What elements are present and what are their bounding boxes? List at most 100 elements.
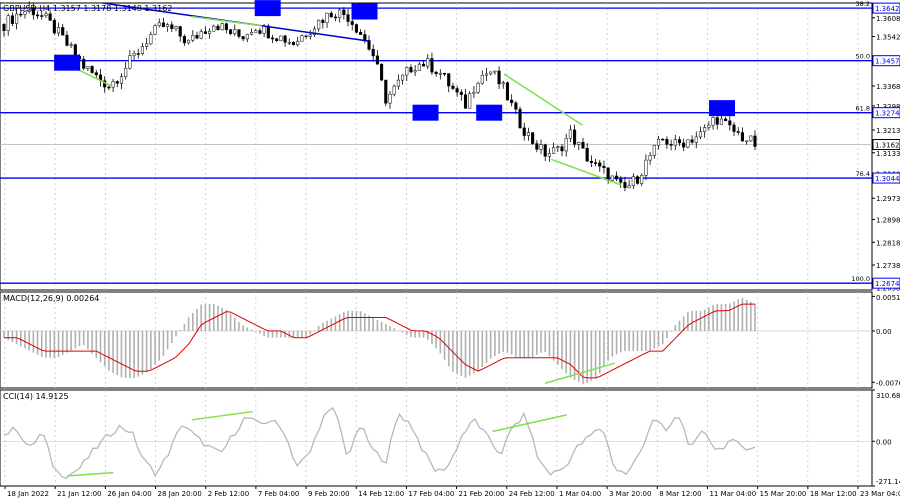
candle-body — [577, 141, 581, 145]
fibonacci-level-label: 76.4 — [856, 170, 870, 178]
candle-body — [682, 142, 686, 148]
candle-body — [174, 26, 178, 29]
time-tick-label: 1 Mar 04:00 — [559, 490, 601, 498]
candle-body — [245, 33, 249, 40]
candle-body — [329, 12, 333, 18]
cci-tick-label: 310.6865 — [876, 392, 900, 400]
candle-body — [350, 21, 354, 25]
candle-body — [149, 34, 153, 45]
candle-body — [489, 71, 493, 75]
candle-body — [413, 70, 417, 73]
candle-body — [86, 66, 90, 69]
candle-body — [115, 81, 119, 84]
candle-body — [52, 19, 56, 34]
candle-body — [585, 148, 589, 162]
time-tick-label: 21 Jan 12:00 — [57, 490, 101, 498]
candle-body — [510, 99, 514, 104]
trading-chart[interactable]: 38.2 50.0 61.8 76.4 100.0 1.3608 1.3542 1.3457… — [0, 0, 900, 499]
candle-body — [401, 74, 405, 81]
candle-body — [459, 91, 463, 95]
candle-body — [258, 30, 262, 34]
signal-box — [54, 54, 81, 71]
candle-body — [371, 48, 375, 57]
candle-body — [656, 138, 661, 146]
candle-body — [753, 135, 757, 147]
candle-body — [497, 70, 501, 85]
macd-tick-label: -0.00765 — [876, 379, 900, 387]
candle-body — [552, 147, 556, 154]
time-tick-label: 26 Jan 04:00 — [107, 490, 151, 498]
price-tick-label: 1.3542 — [876, 34, 900, 42]
candle-body — [589, 160, 593, 163]
candle-body — [363, 34, 367, 41]
time-tick-label: 15 Mar 20:00 — [760, 490, 807, 498]
candle-body — [627, 185, 631, 189]
candle-body — [539, 144, 543, 150]
fibonacci-level-label: 50.0 — [856, 53, 870, 61]
price-tick-label: 1.2898 — [876, 217, 900, 225]
candle-body — [749, 135, 753, 142]
candle-body — [170, 24, 174, 29]
candle-body — [652, 145, 656, 156]
candle-body — [317, 19, 321, 30]
candle-body — [396, 79, 400, 87]
signal-box — [351, 3, 378, 20]
time-tick-label: 14 Feb 12:00 — [358, 490, 404, 498]
candle-body — [10, 15, 14, 24]
candle-body — [417, 63, 421, 71]
fibonacci-level-label: 61.8 — [856, 105, 870, 113]
candle-body — [346, 14, 350, 22]
price-tag-label: 1.3642 — [875, 5, 900, 13]
candle-body — [644, 159, 648, 176]
candle-body — [694, 136, 698, 143]
price-tag-label: 1.3044 — [875, 175, 900, 183]
candle-body — [61, 27, 65, 36]
price-tick-label: 1.2738 — [876, 262, 900, 270]
candle-body — [262, 25, 266, 34]
time-tick-label: 7 Feb 04:00 — [258, 490, 299, 498]
candle-body — [375, 55, 379, 65]
cci-title: CCI(14) 14.9125 — [3, 392, 69, 401]
candle-body — [610, 175, 614, 181]
candle-body — [686, 139, 690, 148]
candle-body — [270, 37, 275, 40]
price-tick-label: 1.2973 — [876, 195, 900, 203]
candle-body — [724, 118, 728, 122]
candle-body — [254, 30, 258, 33]
candle-body — [321, 19, 325, 24]
signal-box — [476, 104, 503, 121]
candle-body — [665, 138, 669, 145]
cci-tick-label: 0.00 — [876, 438, 892, 446]
price-tag-label: 1.3162 — [875, 142, 900, 150]
candle-body — [40, 15, 44, 17]
candle-body — [447, 73, 451, 87]
candle-body — [2, 24, 6, 31]
time-tick-label: 24 Feb 12:00 — [509, 490, 555, 498]
candle-body — [493, 70, 497, 73]
time-tick-label: 11 Mar 04:00 — [709, 490, 756, 498]
price-tick-label: 1.3608 — [876, 15, 900, 23]
candle-body — [140, 46, 145, 54]
candle-body — [472, 91, 476, 94]
time-tick-label: 23 Mar 04:00 — [860, 490, 900, 498]
candle-body — [661, 138, 665, 141]
candle-body — [728, 120, 732, 126]
candle-body — [581, 141, 585, 149]
candle-body — [526, 132, 530, 136]
candle-body — [388, 93, 392, 104]
candle-body — [69, 44, 73, 46]
candle-body — [224, 23, 228, 30]
fibonacci-level-label: 100.0 — [851, 275, 870, 283]
candle-body — [82, 58, 86, 69]
candle-body — [287, 41, 291, 44]
candle-body — [438, 72, 442, 75]
candle-body — [333, 16, 337, 19]
price-tag-label: 1.3457 — [875, 58, 900, 66]
candle-body — [451, 85, 455, 89]
candle-body — [241, 36, 245, 40]
time-tick-label: 2 Feb 12:00 — [208, 490, 249, 498]
candle-body — [208, 30, 212, 34]
candle-body — [703, 127, 707, 132]
price-tag-label: 1.2674 — [875, 280, 900, 288]
candle-body — [338, 9, 342, 19]
